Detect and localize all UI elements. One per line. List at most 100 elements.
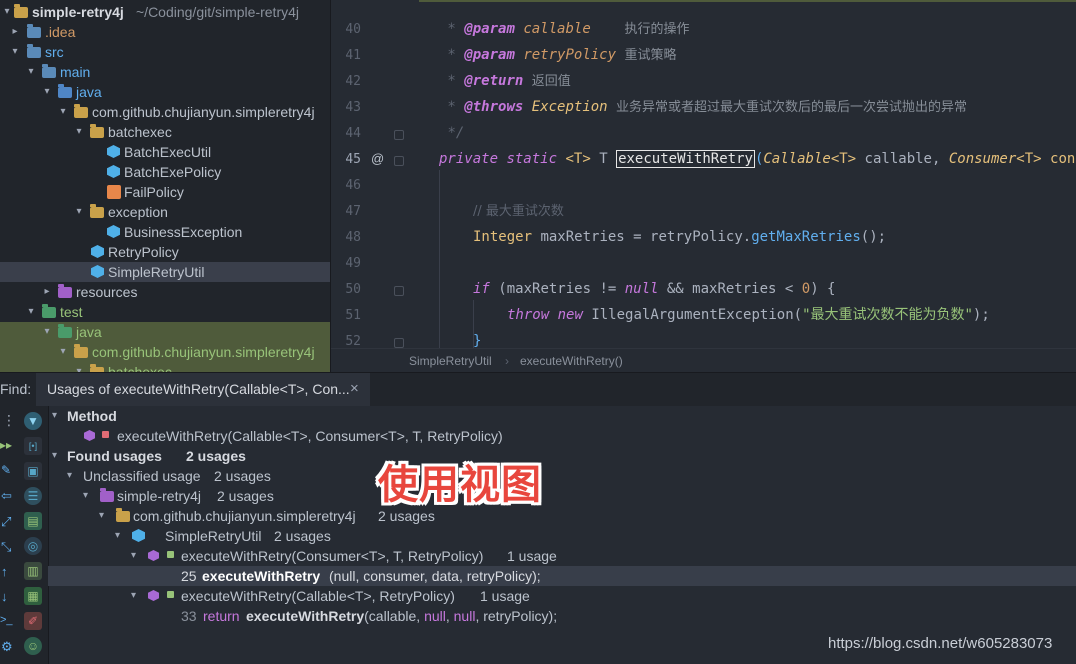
package-icon: [90, 204, 104, 218]
file-icon[interactable]: ▥: [24, 562, 42, 580]
find-tab[interactable]: Usages of executeWithRetry(Callable<T>, …: [36, 373, 370, 409]
chevron-down-icon[interactable]: ▾: [83, 486, 88, 506]
fold-icon[interactable]: [394, 130, 404, 140]
chevron-down-icon[interactable]: ▾: [8, 42, 22, 62]
chevron-down-icon[interactable]: ▾: [67, 466, 72, 486]
tree-item-batchexepolicy[interactable]: BatchExePolicy: [0, 162, 330, 182]
edit-icon[interactable]: ✐: [24, 612, 42, 630]
tree-item-main[interactable]: ▾ main: [0, 62, 330, 82]
line-number: 51: [345, 308, 361, 323]
result-class[interactable]: ▾ SimpleRetryUtil 2 usages: [48, 526, 1076, 546]
result-usage1-line[interactable]: 25 executeWithRetry (null, consumer, dat…: [48, 566, 1076, 586]
usage-method-signature: executeWithRetry(Callable<T>, RetryPolic…: [181, 588, 455, 604]
pin-icon[interactable]: ✎: [1, 463, 11, 477]
usage-method-signature: executeWithRetry(Consumer<T>, T, RetryPo…: [181, 548, 484, 564]
tree-item-test-package[interactable]: ▾ com.github.chujianyun.simpleretry4j: [0, 342, 330, 362]
module-icon[interactable]: ▣: [24, 462, 42, 480]
filter-icon[interactable]: ▼: [24, 412, 42, 430]
test-source-folder-icon: [58, 324, 72, 338]
chevron-down-icon[interactable]: ▾: [99, 506, 104, 526]
target-icon[interactable]: ◎: [24, 537, 42, 555]
package-icon[interactable]: ▤: [24, 512, 42, 530]
method-name-highlighted[interactable]: executeWithRetry: [616, 150, 755, 168]
chevron-down-icon[interactable]: ▾: [0, 2, 14, 22]
folder-icon: [42, 64, 56, 78]
run-icon[interactable]: ▸▸: [0, 438, 12, 452]
param-name: con: [1050, 151, 1076, 167]
chevron-down-icon[interactable]: ▾: [52, 406, 57, 426]
chevron-down-icon[interactable]: ▾: [40, 322, 54, 342]
chevron-down-icon[interactable]: ▾: [56, 102, 70, 122]
result-unclassified[interactable]: ▾ Unclassified usage 2 usages: [48, 466, 1076, 486]
tree-item-test-batchexec[interactable]: ▾ batchexec: [0, 362, 330, 372]
collapse-icon[interactable]: ⤡: [1, 539, 11, 555]
brace: }: [473, 333, 482, 349]
chevron-down-icon[interactable]: ▾: [131, 586, 136, 606]
fold-icon[interactable]: [394, 286, 404, 296]
chevron-down-icon[interactable]: ▾: [24, 302, 38, 322]
fold-icon[interactable]: [394, 338, 404, 348]
chevron-down-icon[interactable]: ▾: [72, 202, 86, 222]
result-method-header[interactable]: ▾ Method: [48, 406, 1076, 426]
chevron-down-icon[interactable]: ▾: [72, 122, 86, 142]
condition: (maxRetries !=: [498, 281, 625, 297]
back-arrow-icon[interactable]: ⇦: [1, 488, 12, 504]
tree-item-batchexec[interactable]: ▾ batchexec: [0, 122, 330, 142]
tree-item-resources[interactable]: ▸ resources: [0, 282, 330, 302]
tree-item-label: test: [60, 304, 83, 320]
chevron-down-icon[interactable]: ▾: [131, 546, 136, 566]
result-usage2-method[interactable]: ▾ executeWithRetry(Callable<T>, RetryPol…: [48, 586, 1076, 606]
tree-root[interactable]: ▾ simple-retry4j ~/Coding/git/simple-ret…: [0, 2, 330, 22]
settings-icon[interactable]: ⚙: [1, 639, 13, 655]
result-module[interactable]: ▾ simple-retry4j 2 usages: [48, 486, 1076, 506]
expand-icon[interactable]: ⤢: [1, 514, 11, 530]
chevron-down-icon[interactable]: ▾: [72, 362, 86, 372]
chevron-down-icon[interactable]: ▾: [115, 526, 120, 546]
terminal-icon[interactable]: >_: [0, 614, 13, 626]
result-header-label: Method: [67, 408, 117, 424]
result-package[interactable]: ▾ com.github.chujianyun.simpleretry4j 2 …: [48, 506, 1076, 526]
book-icon[interactable]: ▦: [24, 587, 42, 605]
group-icon[interactable]: [•]: [24, 437, 42, 455]
package-icon: [90, 124, 104, 138]
breadcrumb-method[interactable]: executeWithRetry(): [520, 349, 623, 372]
usages-panel: ⋮ ▼ ▸▸ [•] ✎ ▣ ⇦ ☰ ⤢ ▤ ⤡ ◎ ↑ ▥ ↓ ▦ >_ ✐ …: [0, 406, 1076, 664]
usage-call-args: , retryPolicy);: [475, 608, 558, 624]
chevron-right-icon[interactable]: ▸: [40, 282, 54, 302]
condition: && maxRetries <: [658, 281, 802, 297]
tree-item-failpolicy[interactable]: FailPolicy: [0, 182, 330, 202]
method-icon: [148, 590, 159, 601]
chevron-down-icon[interactable]: ▾: [56, 342, 70, 362]
class-icon: [107, 165, 120, 178]
usages-toolbar: ⋮ ▼ ▸▸ [•] ✎ ▣ ⇦ ☰ ⤢ ▤ ⤡ ◎ ↑ ▥ ↓ ▦ >_ ✐ …: [0, 406, 49, 664]
tree-item-idea[interactable]: ▸ .idea: [0, 22, 330, 42]
chevron-down-icon[interactable]: ▾: [24, 62, 38, 82]
chevron-right-icon[interactable]: ▸: [8, 22, 22, 42]
result-usage2-line[interactable]: 33 return executeWithRetry(callable, nul…: [48, 606, 1076, 626]
tree-item-exception[interactable]: ▾ exception: [0, 202, 330, 222]
result-method-signature[interactable]: executeWithRetry(Callable<T>, Consumer<T…: [48, 426, 1076, 446]
close-tab-icon[interactable]: ×: [350, 380, 359, 397]
android-icon[interactable]: ☺: [24, 637, 42, 655]
up-arrow-icon[interactable]: ↑: [1, 564, 8, 579]
list-icon[interactable]: ☰: [24, 487, 42, 505]
chevron-down-icon[interactable]: ▾: [52, 446, 57, 466]
tree-item-batchexecutil[interactable]: BatchExecUtil: [0, 142, 330, 162]
tree-item-businessexception[interactable]: BusinessException: [0, 222, 330, 242]
down-arrow-icon[interactable]: ↓: [1, 589, 8, 604]
tree-item-retrypolicy[interactable]: RetryPolicy: [0, 242, 330, 262]
tree-item-simpleretryutil[interactable]: SimpleRetryUtil: [0, 262, 330, 282]
tree-item-package[interactable]: ▾ com.github.chujianyun.simpleretry4j: [0, 102, 330, 122]
tree-item-java[interactable]: ▾ java: [0, 82, 330, 102]
breadcrumb-class[interactable]: SimpleRetryUtil: [409, 349, 492, 372]
result-usage1-method[interactable]: ▾ executeWithRetry(Consumer<T>, T, Retry…: [48, 546, 1076, 566]
tree-item-test-java[interactable]: ▾ java: [0, 322, 330, 342]
override-marker-icon[interactable]: @: [371, 151, 384, 166]
code-editor[interactable]: 40 41 42 43 44 45 46 47 48 49 50 51 52 @…: [331, 0, 1076, 372]
chevron-down-icon[interactable]: ▾: [40, 82, 54, 102]
tree-item-src[interactable]: ▾ src: [0, 42, 330, 62]
tree-item-test[interactable]: ▾ test: [0, 302, 330, 322]
more-options-icon[interactable]: ⋮: [2, 412, 16, 429]
fold-icon[interactable]: [394, 156, 404, 166]
result-found-usages[interactable]: ▾ Found usages 2 usages: [48, 446, 1076, 466]
